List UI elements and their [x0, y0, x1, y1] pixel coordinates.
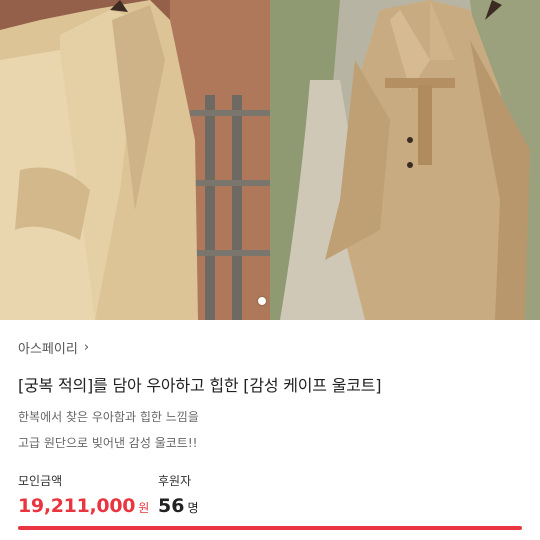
product-description-line-1: 한복에서 찾은 우아함과 힙한 느낌을 [18, 410, 199, 424]
funding-amount-unit: 원 [138, 501, 150, 515]
product-photo-side [270, 0, 540, 320]
chevron-right-icon: › [83, 340, 90, 355]
funding-amount-label: 모인금액 [18, 474, 63, 488]
product-info: 아스페이리 › [궁복 적의]를 담아 우아하고 힙한 [감성 케이프 울코트]… [0, 320, 540, 540]
funding-progress-bar [18, 526, 522, 530]
coat-illustration-left [0, 0, 270, 320]
funding-progress-fill [18, 526, 522, 530]
backer-count: 후원자 56 명 [158, 472, 199, 517]
funding-amount: 모인금액 19,211,000 원 [18, 472, 149, 517]
coat-illustration-right [270, 0, 540, 320]
backer-count-value: 56 [158, 495, 185, 517]
backer-count-unit: 명 [187, 501, 199, 515]
carousel-indicator-dot[interactable] [258, 297, 266, 305]
brand-name: 아스페이리 [18, 342, 78, 357]
backer-count-label: 후원자 [158, 474, 192, 488]
product-description-line-2: 고급 원단으로 빚어낸 감성 울코트!! [18, 436, 198, 450]
product-photo-front [0, 0, 270, 320]
funding-amount-value: 19,211,000 [18, 495, 136, 517]
hero-carousel[interactable] [0, 0, 540, 320]
brand-link[interactable]: 아스페이리 › [18, 338, 89, 357]
product-title: [궁복 적의]를 담아 우아하고 힙한 [감성 케이프 울코트] [18, 376, 382, 395]
